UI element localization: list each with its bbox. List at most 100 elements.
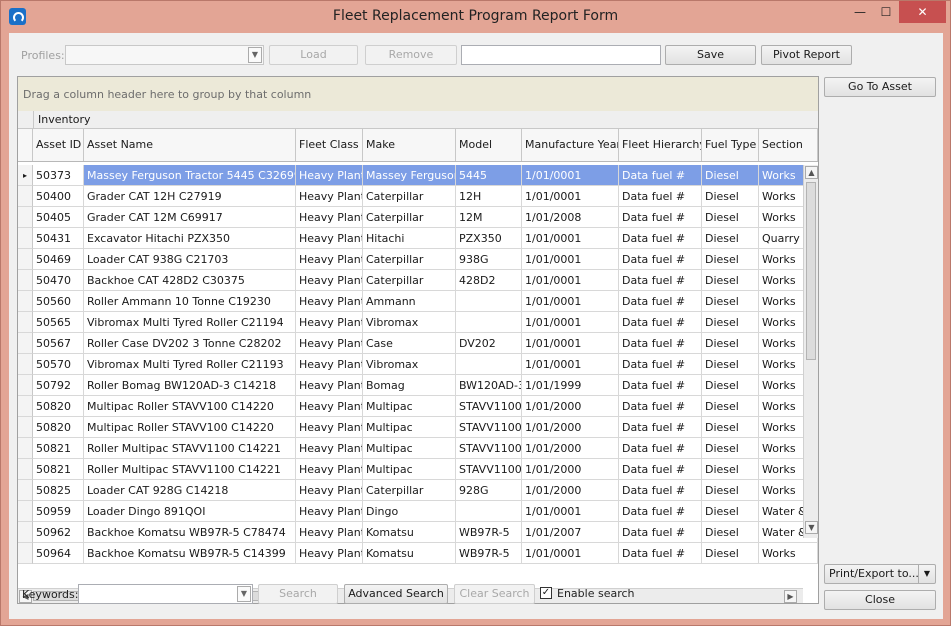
table-row[interactable]: 50560 Roller Ammann 10 Tonne C19230 Heavy …: [33, 291, 818, 312]
row-selector[interactable]: [18, 438, 33, 459]
vertical-scrollbar[interactable]: ▲ ▼: [803, 165, 818, 538]
table-row[interactable]: 50821 Roller Multipac STAVV1100 C14221 Hea…: [33, 459, 818, 480]
vertical-scroll-thumb[interactable]: [806, 182, 816, 360]
table-cell: Komatsu: [363, 543, 456, 564]
profile-name-input[interactable]: [461, 45, 661, 65]
maximize-button[interactable]: ☐: [873, 1, 899, 23]
table-cell: 50820: [33, 417, 84, 438]
table-cell: 50469: [33, 249, 84, 270]
table-cell: Heavy Plant: [296, 459, 363, 480]
keywords-input[interactable]: ▼: [78, 584, 253, 604]
print-export-button[interactable]: Print/Export to... ▼: [824, 564, 936, 584]
table-cell: [456, 354, 522, 375]
table-row[interactable]: 50962 Backhoe Komatsu WB97R-5 C78474 Heavy…: [33, 522, 818, 543]
column-header[interactable]: Asset ID: [33, 129, 84, 161]
table-row[interactable]: 50565 Vibromax Multi Tyred Roller C21194 H…: [33, 312, 818, 333]
column-header[interactable]: Fuel Type: [702, 129, 759, 161]
table-row[interactable]: 50470 Backhoe CAT 428D2 C30375 Heavy Plant…: [33, 270, 818, 291]
table-row[interactable]: 50820 Multipac Roller STAVV100 C14220 Heav…: [33, 417, 818, 438]
column-header[interactable]: Model: [456, 129, 522, 161]
scroll-down-icon[interactable]: ▼: [805, 521, 818, 534]
row-selector[interactable]: [18, 375, 33, 396]
column-header[interactable]: Asset Name: [84, 129, 296, 161]
table-cell: Komatsu: [363, 522, 456, 543]
column-header[interactable]: Make: [363, 129, 456, 161]
table-row[interactable]: 50821 Roller Multipac STAVV1100 C14221 Hea…: [33, 438, 818, 459]
table-cell: Heavy Plant: [296, 186, 363, 207]
row-selector[interactable]: [18, 459, 33, 480]
table-cell: 50825: [33, 480, 84, 501]
chevron-down-icon[interactable]: ▼: [237, 586, 251, 602]
table-cell: 1/01/2008: [522, 207, 619, 228]
row-selector[interactable]: [18, 249, 33, 270]
table-row[interactable]: 50373 Massey Ferguson Tractor 5445 C32699…: [33, 165, 818, 186]
table-row[interactable]: 50469 Loader CAT 938G C21703 Heavy Plant Ca…: [33, 249, 818, 270]
table-row[interactable]: 50820 Multipac Roller STAVV100 C14220 Heav…: [33, 396, 818, 417]
table-row[interactable]: 50792 Roller Bomag BW120AD-3 C14218 Heavy …: [33, 375, 818, 396]
row-selector[interactable]: [18, 333, 33, 354]
table-cell: 50821: [33, 438, 84, 459]
table-cell: 1/01/2000: [522, 396, 619, 417]
enable-search-checkbox[interactable]: ✓: [540, 587, 552, 599]
table-row[interactable]: 50570 Vibromax Multi Tyred Roller C21193 H…: [33, 354, 818, 375]
table-cell: Roller Ammann 10 Tonne C19230: [84, 291, 296, 312]
column-header[interactable]: Manufacture Year: [522, 129, 619, 161]
column-header[interactable]: Fleet Hierarchy: [619, 129, 702, 161]
row-selector[interactable]: [18, 522, 33, 543]
row-selector[interactable]: [18, 417, 33, 438]
row-selector[interactable]: [18, 207, 33, 228]
table-cell: [456, 501, 522, 522]
table-cell: Heavy Plant: [296, 207, 363, 228]
table-cell: Heavy Plant: [296, 270, 363, 291]
search-button[interactable]: Search: [258, 584, 338, 604]
row-selector[interactable]: [18, 291, 33, 312]
table-row[interactable]: 50825 Loader CAT 928G C14218 Heavy Plant Ca…: [33, 480, 818, 501]
table-cell: Heavy Plant: [296, 249, 363, 270]
row-selector[interactable]: [18, 312, 33, 333]
table-cell: 928G: [456, 480, 522, 501]
row-selector[interactable]: [18, 480, 33, 501]
close-window-button[interactable]: ✕: [899, 1, 946, 23]
table-cell: 50565: [33, 312, 84, 333]
group-by-panel[interactable]: Drag a column header here to group by th…: [18, 77, 818, 112]
table-cell: Backhoe Komatsu WB97R-5 C14399: [84, 543, 296, 564]
scroll-right-icon[interactable]: ▶: [784, 590, 797, 603]
row-selector[interactable]: ▸: [18, 165, 33, 186]
table-cell: 12H: [456, 186, 522, 207]
row-selector[interactable]: [18, 543, 33, 564]
table-row[interactable]: 50959 Loader Dingo 891QOI Heavy Plant Dingo…: [33, 501, 818, 522]
table-cell: Works: [759, 543, 818, 564]
save-button[interactable]: Save: [665, 45, 756, 65]
row-selector[interactable]: [18, 228, 33, 249]
profiles-combo[interactable]: ▼: [65, 45, 264, 65]
table-cell: 1/01/0001: [522, 249, 619, 270]
close-button[interactable]: Close: [824, 590, 936, 610]
column-header[interactable]: Section: [759, 129, 818, 161]
go-to-asset-button[interactable]: Go To Asset: [824, 77, 936, 97]
advanced-search-button[interactable]: Advanced Search: [344, 584, 448, 604]
row-selector[interactable]: [18, 501, 33, 522]
table-cell: WB97R-5: [456, 543, 522, 564]
remove-button[interactable]: Remove: [365, 45, 457, 65]
table-cell: 50964: [33, 543, 84, 564]
row-selector[interactable]: [18, 186, 33, 207]
table-row[interactable]: 50405 Grader CAT 12M C69917 Heavy Plant Cat…: [33, 207, 818, 228]
row-selector[interactable]: [18, 354, 33, 375]
clear-search-button[interactable]: Clear Search: [454, 584, 535, 604]
table-row[interactable]: 50964 Backhoe Komatsu WB97R-5 C14399 Heavy…: [33, 543, 818, 564]
pivot-report-button[interactable]: Pivot Report: [761, 45, 852, 65]
table-cell: Data fuel #: [619, 186, 702, 207]
row-selector[interactable]: [18, 270, 33, 291]
scroll-up-icon[interactable]: ▲: [805, 166, 818, 179]
chevron-down-icon[interactable]: ▼: [918, 565, 935, 583]
chevron-down-icon[interactable]: ▼: [248, 47, 262, 63]
column-header[interactable]: Fleet Class: [296, 129, 363, 161]
table-row[interactable]: 50567 Roller Case DV202 3 Tonne C28202 Hea…: [33, 333, 818, 354]
load-button[interactable]: Load: [269, 45, 358, 65]
table-row[interactable]: 50400 Grader CAT 12H C27919 Heavy Plant Cat…: [33, 186, 818, 207]
table-row[interactable]: 50431 Excavator Hitachi PZX350 Heavy Plant…: [33, 228, 818, 249]
keywords-label: Keywords:: [22, 588, 79, 601]
table-cell: 1/01/0001: [522, 543, 619, 564]
row-selector[interactable]: [18, 396, 33, 417]
minimize-button[interactable]: —: [847, 1, 873, 23]
